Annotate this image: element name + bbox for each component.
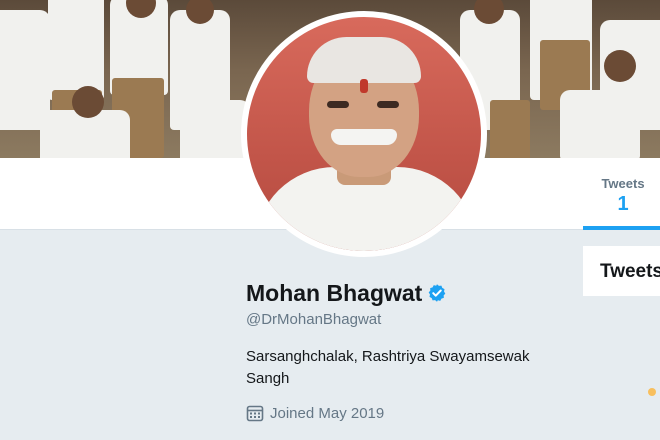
- profile-bio: Sarsanghchalak, Rashtriya Swayamsewak Sa…: [246, 348, 530, 387]
- decorative-dot: [648, 388, 656, 396]
- tab-tweets[interactable]: Tweets 1: [583, 158, 660, 230]
- joined-date-text: Joined May 2019: [270, 404, 385, 422]
- calendar-icon: [246, 405, 264, 422]
- tab-active-indicator: [583, 226, 660, 230]
- tab-tweets-count: 1: [617, 193, 629, 215]
- name-row: Mohan Bhagwat: [246, 276, 576, 310]
- timeline-header-title: Tweets: [600, 261, 660, 282]
- profile-info: Mohan Bhagwat @DrMohanBhagwat Sarsanghch…: [246, 276, 576, 422]
- joined-date: Joined May 2019: [246, 404, 576, 422]
- verified-badge-icon: [429, 284, 446, 302]
- profile-avatar[interactable]: [241, 11, 487, 257]
- profile-name: Mohan Bhagwat: [246, 279, 423, 306]
- tab-tweets-label: Tweets: [601, 176, 645, 191]
- profile-handle: @DrMohanBhagwat: [246, 311, 382, 328]
- timeline-header: Tweets: [583, 246, 660, 296]
- avatar-photo: [247, 17, 481, 251]
